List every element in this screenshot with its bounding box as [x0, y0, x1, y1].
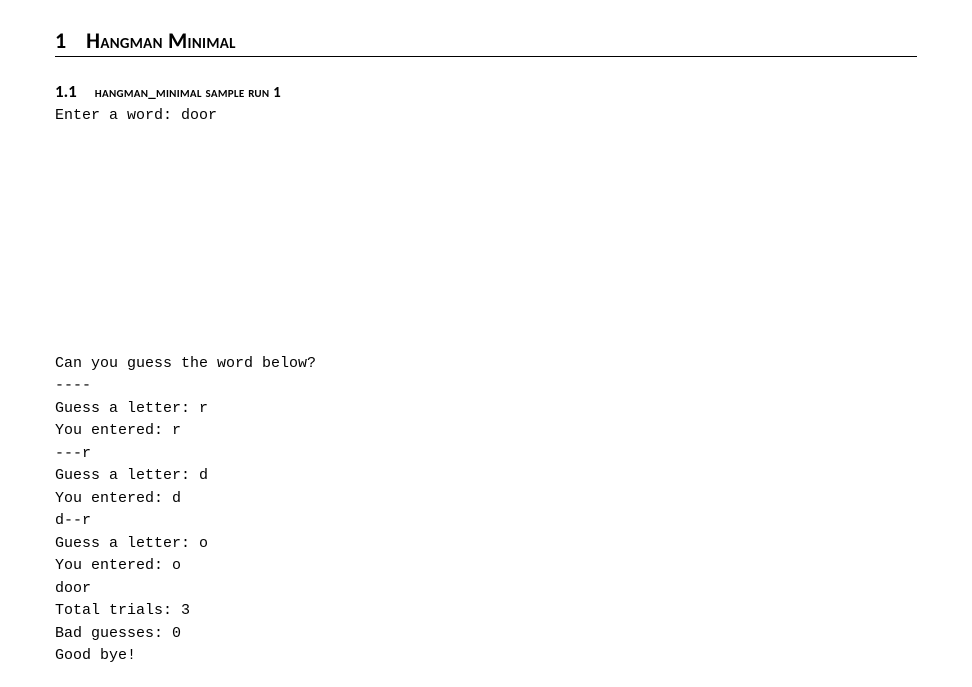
sample-run-output: Enter a word: door Can you guess the wor…	[55, 105, 917, 668]
section-number: 1	[55, 30, 66, 52]
section-heading: 1 Hangman Minimal	[55, 30, 917, 57]
subsection-number: 1.1	[55, 83, 77, 100]
subsection-heading: 1.1 hangman_minimal sample run 1	[55, 83, 917, 101]
section-title: Hangman Minimal	[86, 30, 236, 52]
subsection-title: hangman_minimal sample run 1	[95, 86, 281, 101]
